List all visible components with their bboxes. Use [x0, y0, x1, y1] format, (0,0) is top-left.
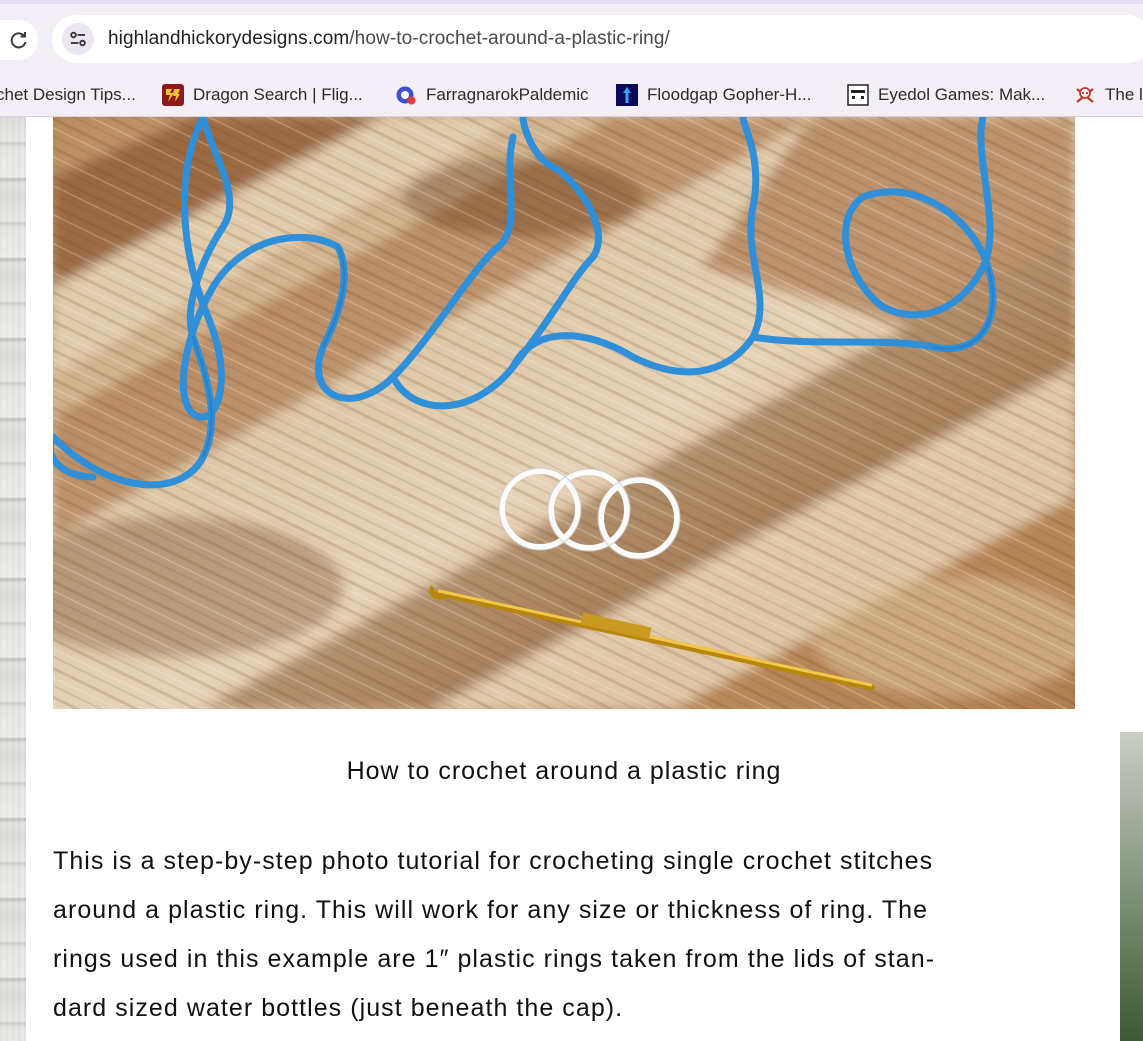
bookmark-label: FarragnarokPaldemic	[426, 85, 589, 104]
reload-icon	[10, 32, 27, 49]
bookmark-dragon-search[interactable]: Dragon Search | Flig...	[162, 76, 363, 114]
bookmark-label: Eyedol Games: Mak...	[878, 85, 1046, 104]
floodgap-icon	[616, 84, 638, 106]
page-viewport: How to crochet around a plastic ring Thi…	[0, 117, 1143, 1041]
eyedol-icon	[847, 84, 869, 106]
bookmark-label: Floodgap Gopher-H...	[647, 85, 812, 104]
farragnarok-icon	[396, 86, 416, 105]
paragraph-line: dard sized water bottles (just beneath t…	[53, 994, 624, 1022]
bookmark-label: Dragon Search | Flig...	[193, 85, 363, 104]
tune-icon	[70, 31, 86, 47]
address-bar[interactable]: highlandhickorydesigns.com/how-to-croche…	[52, 15, 1143, 63]
reload-button[interactable]	[0, 20, 38, 60]
article-content: How to crochet around a plastic ring Thi…	[26, 117, 1120, 1041]
bookmarks-bar: chet Design Tips... Dragon Search | Flig…	[0, 76, 1143, 117]
url-path: /how-to-crochet-around-a-plastic-ring/	[349, 28, 670, 49]
bookmark-label: chet Design Tips...	[0, 85, 136, 104]
background-wood-grain	[0, 117, 26, 1041]
photo-caption: How to crochet around a plastic ring	[346, 757, 782, 785]
paragraph-line: around a plastic ring. This will work fo…	[53, 896, 929, 924]
bookmark-label: The l	[1105, 85, 1143, 104]
sidebar-image-partial[interactable]	[1120, 732, 1143, 1041]
bookmark-the[interactable]: The l	[1074, 76, 1143, 114]
browser-toolbar: highlandhickorydesigns.com/how-to-croche…	[0, 0, 1143, 76]
article-photo	[53, 117, 1075, 709]
paragraph-line: This is a step-by-step photo tutorial fo…	[53, 847, 934, 875]
bookmark-farragnarok[interactable]: FarragnarokPaldemic	[395, 76, 589, 114]
url-text[interactable]: highlandhickorydesigns.com/how-to-croche…	[108, 28, 670, 50]
site-info-button[interactable]	[62, 23, 94, 55]
dragon-search-icon	[162, 84, 184, 106]
tab-strip-edge	[0, 0, 1143, 4]
bookmark-eyedol-games[interactable]: Eyedol Games: Mak...	[847, 76, 1045, 114]
skull-crossbones-icon	[1076, 87, 1094, 103]
bookmark-floodgap[interactable]: Floodgap Gopher-H...	[616, 76, 811, 114]
bookmark-crochet-design-tips[interactable]: chet Design Tips...	[0, 76, 136, 114]
intro-paragraph: This is a step-by-step photo tutorial fo…	[53, 837, 1063, 1033]
paragraph-line: rings used in this example are 1″ plasti…	[53, 945, 936, 973]
url-domain: highlandhickorydesigns.com	[108, 28, 350, 49]
